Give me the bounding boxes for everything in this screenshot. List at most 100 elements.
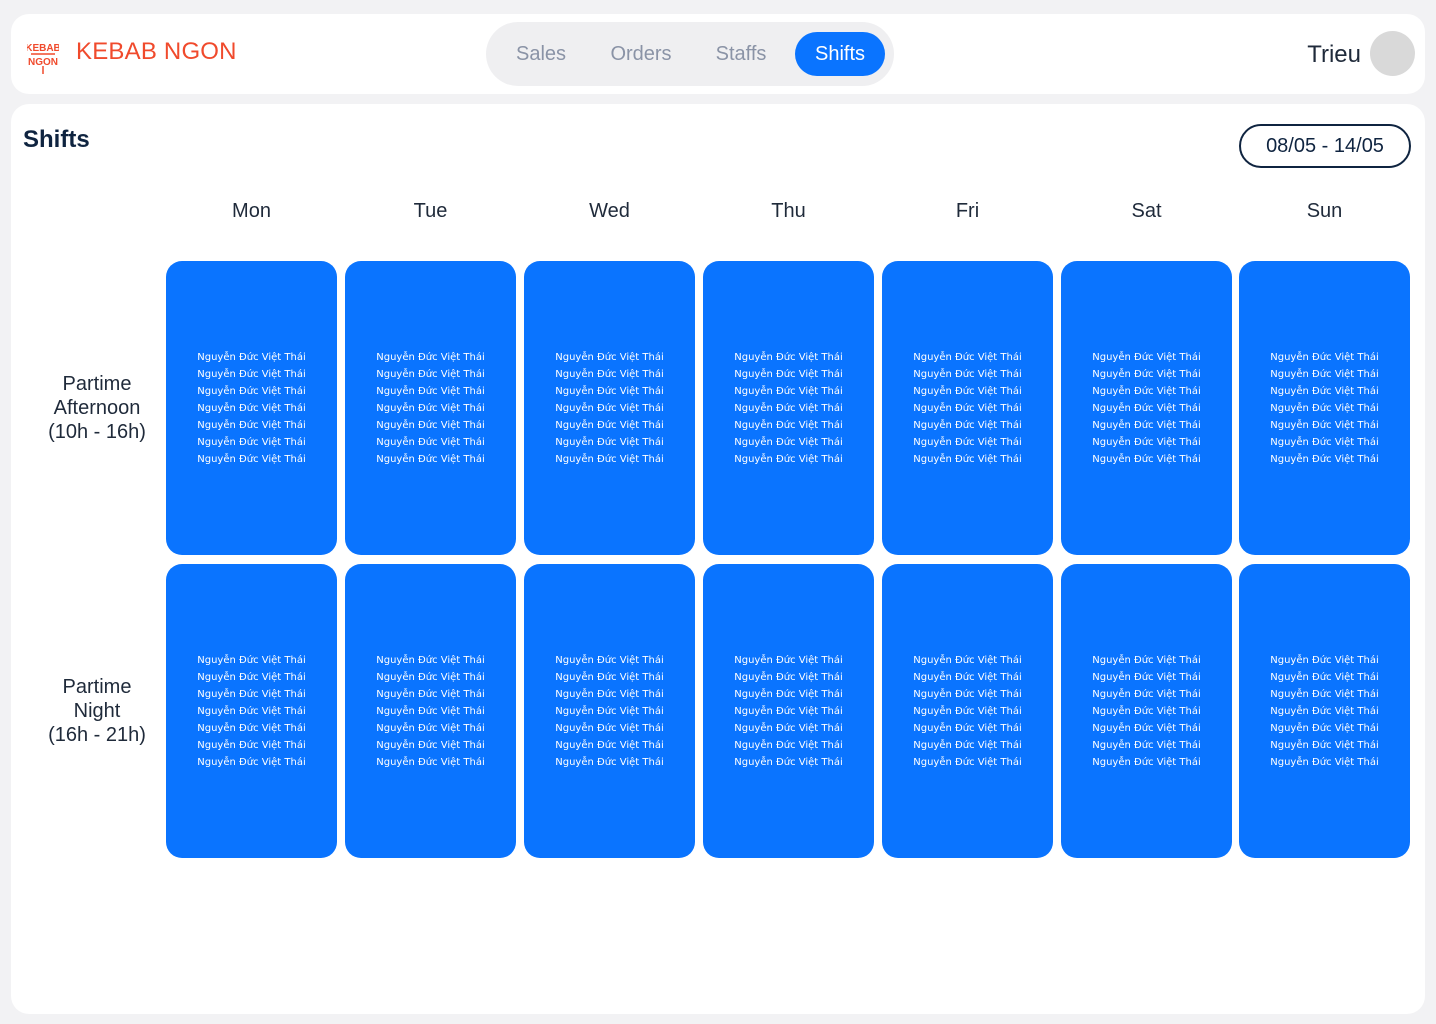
staff-name: Nguyễn Đức Việt Thái <box>1270 351 1379 363</box>
shift-card[interactable]: Nguyễn Đức Việt Thái Nguyễn Đức Việt Thái… <box>345 261 516 555</box>
staff-name: Nguyễn Đức Việt Thái <box>913 756 1022 768</box>
staff-name: Nguyễn Đức Việt Thái <box>555 671 664 683</box>
staff-name: Nguyễn Đức Việt Thái <box>734 739 843 751</box>
staff-name: Nguyễn Đức Việt Thái <box>555 385 664 397</box>
staff-name: Nguyễn Đức Việt Thái <box>376 756 485 768</box>
staff-name: Nguyễn Đức Việt Thái <box>376 453 485 465</box>
staff-name: Nguyễn Đức Việt Thái <box>1270 368 1379 380</box>
staff-name: Nguyễn Đức Việt Thái <box>197 436 306 448</box>
staff-name: Nguyễn Đức Việt Thái <box>1270 402 1379 414</box>
staff-name: Nguyễn Đức Việt Thái <box>376 671 485 683</box>
page-title: Shifts <box>23 126 90 153</box>
staff-name: Nguyễn Đức Việt Thái <box>1270 671 1379 683</box>
tab-shifts[interactable]: Shifts <box>795 32 885 76</box>
staff-name: Nguyễn Đức Việt Thái <box>197 453 306 465</box>
staff-name: Nguyễn Đức Việt Thái <box>197 419 306 431</box>
day-header-fri: Fri <box>955 200 980 222</box>
staff-name: Nguyễn Đức Việt Thái <box>1270 705 1379 717</box>
staff-name: Nguyễn Đức Việt Thái <box>913 402 1022 414</box>
tab-staffs[interactable]: Staffs <box>695 32 787 76</box>
shift-card[interactable]: Nguyễn Đức Việt Thái Nguyễn Đức Việt Thái… <box>1239 564 1410 858</box>
staff-name: Nguyễn Đức Việt Thái <box>734 436 843 448</box>
staff-name: Nguyễn Đức Việt Thái <box>1270 453 1379 465</box>
staff-name: Nguyễn Đức Việt Thái <box>197 671 306 683</box>
staff-name: Nguyễn Đức Việt Thái <box>1270 688 1379 700</box>
staff-name: Nguyễn Đức Việt Thái <box>376 436 485 448</box>
shift-label-line: (10h - 16h) <box>48 421 146 443</box>
shift-label: Partime Afternoon (10h - 16h) <box>27 372 167 444</box>
shift-card[interactable]: Nguyễn Đức Việt Thái Nguyễn Đức Việt Thái… <box>703 261 874 555</box>
shift-label-line: Night <box>73 700 121 722</box>
staff-name: Nguyễn Đức Việt Thái <box>555 453 664 465</box>
staff-name: Nguyễn Đức Việt Thái <box>555 351 664 363</box>
tab-sales[interactable]: Sales <box>495 32 587 76</box>
staff-name: Nguyễn Đức Việt Thái <box>376 419 485 431</box>
staff-name: Nguyễn Đức Việt Thái <box>734 351 843 363</box>
staff-name: Nguyễn Đức Việt Thái <box>1092 436 1201 448</box>
staff-name: Nguyễn Đức Việt Thái <box>197 654 306 666</box>
staff-name: Nguyễn Đức Việt Thái <box>555 419 664 431</box>
staff-name: Nguyễn Đức Việt Thái <box>1270 436 1379 448</box>
staff-name: Nguyễn Đức Việt Thái <box>913 436 1022 448</box>
staff-name: Nguyễn Đức Việt Thái <box>555 722 664 734</box>
tab-orders[interactable]: Orders <box>587 32 695 76</box>
avatar[interactable] <box>1370 31 1415 76</box>
staff-name: Nguyễn Đức Việt Thái <box>1092 351 1201 363</box>
shift-card[interactable]: Nguyễn Đức Việt Thái Nguyễn Đức Việt Thái… <box>882 261 1053 555</box>
staff-name: Nguyễn Đức Việt Thái <box>913 705 1022 717</box>
staff-name: Nguyễn Đức Việt Thái <box>376 654 485 666</box>
staff-name: Nguyễn Đức Việt Thái <box>376 688 485 700</box>
staff-name: Nguyễn Đức Việt Thái <box>913 368 1022 380</box>
staff-name: Nguyễn Đức Việt Thái <box>734 385 843 397</box>
staff-name: Nguyễn Đức Việt Thái <box>1270 385 1379 397</box>
staff-name: Nguyễn Đức Việt Thái <box>555 654 664 666</box>
staff-name: Nguyễn Đức Việt Thái <box>734 671 843 683</box>
staff-name: Nguyễn Đức Việt Thái <box>376 351 485 363</box>
staff-name: Nguyễn Đức Việt Thái <box>376 385 485 397</box>
staff-name: Nguyễn Đức Việt Thái <box>197 368 306 380</box>
staff-name: Nguyễn Đức Việt Thái <box>1092 688 1201 700</box>
staff-name: Nguyễn Đức Việt Thái <box>734 453 843 465</box>
staff-name: Nguyễn Đức Việt Thái <box>555 756 664 768</box>
shift-card[interactable]: Nguyễn Đức Việt Thái Nguyễn Đức Việt Thái… <box>345 564 516 858</box>
day-header-tue: Tue <box>413 200 448 222</box>
shift-card[interactable]: Nguyễn Đức Việt Thái Nguyễn Đức Việt Thái… <box>166 564 337 858</box>
staff-name: Nguyễn Đức Việt Thái <box>197 705 306 717</box>
date-range-button[interactable]: 08/05 - 14/05 <box>1239 124 1411 168</box>
staff-name: Nguyễn Đức Việt Thái <box>734 402 843 414</box>
staff-name: Nguyễn Đức Việt Thái <box>376 402 485 414</box>
staff-name: Nguyễn Đức Việt Thái <box>913 453 1022 465</box>
shift-label: Partime Night (16h - 21h) <box>27 675 167 747</box>
shifts-panel: Shifts 08/05 - 14/05 Mon Tue Wed Thu Fri Sat S… <box>11 104 1425 1014</box>
staff-name: Nguyễn Đức Việt Thái <box>197 722 306 734</box>
shift-card[interactable]: Nguyễn Đức Việt Thái Nguyễn Đức Việt Thái… <box>1239 261 1410 555</box>
staff-name: Nguyễn Đức Việt Thái <box>913 688 1022 700</box>
shift-card[interactable]: Nguyễn Đức Việt Thái Nguyễn Đức Việt Thái… <box>703 564 874 858</box>
staff-name: Nguyễn Đức Việt Thái <box>376 739 485 751</box>
staff-name: Nguyễn Đức Việt Thái <box>1092 671 1201 683</box>
shift-label-line: Afternoon <box>53 397 141 419</box>
staff-name: Nguyễn Đức Việt Thái <box>913 722 1022 734</box>
shift-card[interactable]: Nguyễn Đức Việt Thái Nguyễn Đức Việt Thái… <box>882 564 1053 858</box>
staff-name: Nguyễn Đức Việt Thái <box>555 705 664 717</box>
staff-name: Nguyễn Đức Việt Thái <box>734 688 843 700</box>
staff-name: Nguyễn Đức Việt Thái <box>197 385 306 397</box>
shift-card[interactable]: Nguyễn Đức Việt Thái Nguyễn Đức Việt Thái… <box>1061 564 1232 858</box>
staff-name: Nguyễn Đức Việt Thái <box>1092 402 1201 414</box>
staff-name: Nguyễn Đức Việt Thái <box>734 654 843 666</box>
main-nav: Sales Orders Staffs Shifts <box>486 22 894 86</box>
shift-card[interactable]: Nguyễn Đức Việt Thái Nguyễn Đức Việt Thái… <box>1061 261 1232 555</box>
shift-card[interactable]: Nguyễn Đức Việt Thái Nguyễn Đức Việt Thái… <box>524 261 695 555</box>
staff-name: Nguyễn Đức Việt Thái <box>1092 419 1201 431</box>
staff-name: Nguyễn Đức Việt Thái <box>1270 756 1379 768</box>
shift-label-line: (16h - 21h) <box>48 724 146 746</box>
staff-name: Nguyễn Đức Việt Thái <box>1092 453 1201 465</box>
staff-name: Nguyễn Đức Việt Thái <box>1092 705 1201 717</box>
staff-name: Nguyễn Đức Việt Thái <box>734 368 843 380</box>
day-header-mon: Mon <box>232 200 271 222</box>
staff-name: Nguyễn Đức Việt Thái <box>197 756 306 768</box>
shift-card[interactable]: Nguyễn Đức Việt Thái Nguyễn Đức Việt Thái… <box>524 564 695 858</box>
shift-card[interactable]: Nguyễn Đức Việt Thái Nguyễn Đức Việt Thái… <box>166 261 337 555</box>
staff-name: Nguyễn Đức Việt Thái <box>913 739 1022 751</box>
staff-name: Nguyễn Đức Việt Thái <box>376 705 485 717</box>
